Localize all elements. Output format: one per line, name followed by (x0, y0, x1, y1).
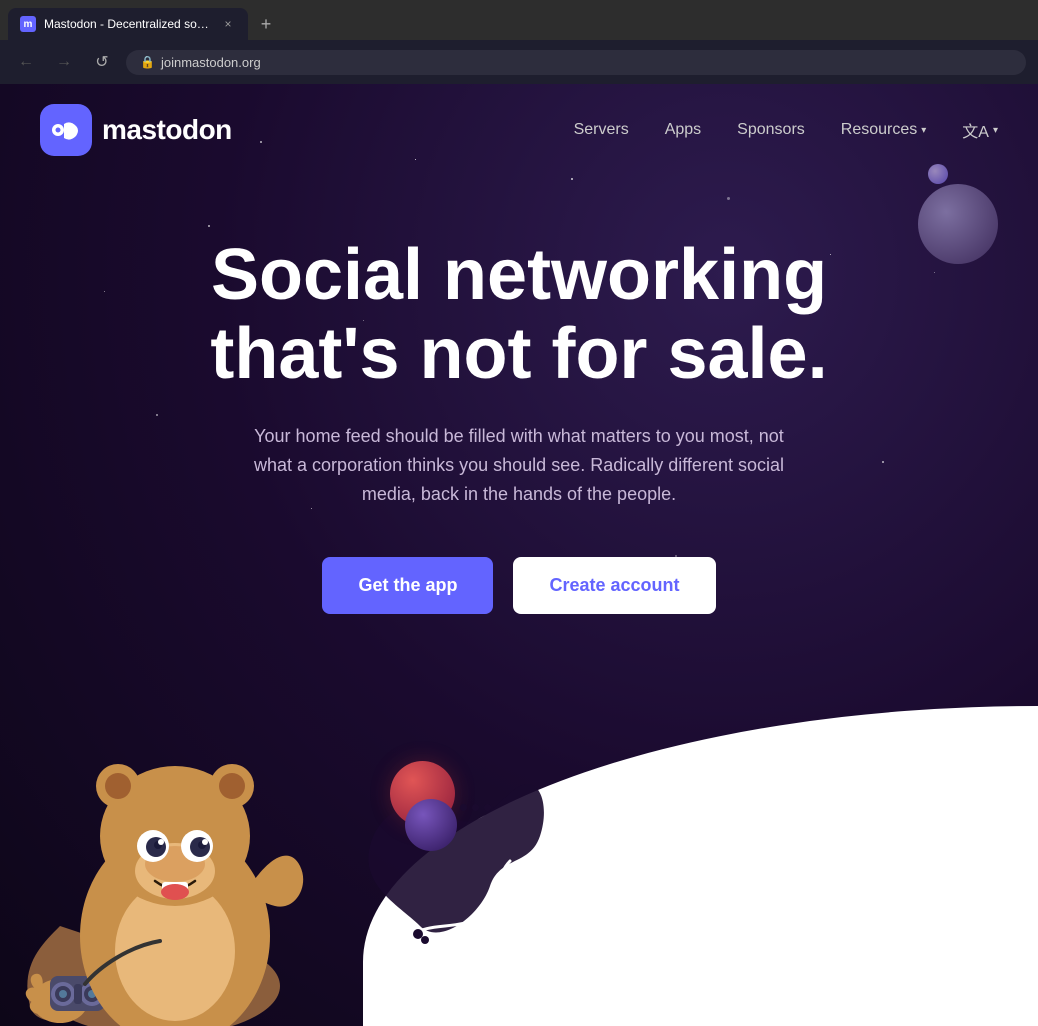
tab-favicon: m (20, 16, 36, 32)
site-logo[interactable]: mastodon (40, 104, 232, 156)
reload-button[interactable]: ↺ (88, 48, 116, 76)
tab-bar: m Mastodon - Decentralized social × + (0, 0, 1038, 40)
url-bar[interactable]: 🔒 joinmastodon.org (126, 50, 1026, 75)
create-account-button[interactable]: Create account (513, 557, 715, 614)
address-bar: ← → ↺ 🔒 joinmastodon.org (0, 40, 1038, 84)
url-text: joinmastodon.org (161, 55, 261, 70)
logo-text: mastodon (102, 114, 232, 146)
hero-subtitle: Your home feed should be filled with wha… (239, 422, 799, 508)
lock-icon: 🔒 (140, 55, 155, 69)
tab-close-button[interactable]: × (220, 16, 236, 32)
get-app-button[interactable]: Get the app (322, 557, 493, 614)
tab-title: Mastodon - Decentralized social (44, 17, 212, 31)
nav-apps[interactable]: Apps (665, 121, 701, 139)
dots-decoration (460, 804, 491, 811)
bottom-illustration (0, 686, 1038, 1026)
website-content: mastodon Servers Apps Sponsors Resources… (0, 84, 1038, 1026)
language-chevron-icon: ▾ (993, 125, 998, 136)
back-button[interactable]: ← (12, 48, 40, 76)
site-navigation: mastodon Servers Apps Sponsors Resources… (0, 84, 1038, 176)
nav-servers[interactable]: Servers (574, 121, 629, 139)
mascot-illustration (0, 646, 340, 1026)
hero-title: Social networking that's not for sale. (129, 236, 909, 394)
browser-window: m Mastodon - Decentralized social × + ← … (0, 0, 1038, 1026)
hero-section: Social networking that's not for sale. Y… (0, 176, 1038, 654)
new-tab-button[interactable]: + (252, 10, 280, 38)
logo-icon (40, 104, 92, 156)
nav-links: Servers Apps Sponsors Resources ▾ 文A ▾ (574, 118, 998, 142)
nav-sponsors[interactable]: Sponsors (737, 121, 805, 139)
nav-language[interactable]: 文A ▾ (962, 118, 998, 142)
nav-resources[interactable]: Resources ▾ (841, 121, 927, 139)
hero-buttons: Get the app Create account (40, 557, 998, 614)
active-tab[interactable]: m Mastodon - Decentralized social × (8, 8, 248, 40)
forward-button[interactable]: → (50, 48, 78, 76)
purple-orb (405, 799, 457, 851)
resources-chevron-icon: ▾ (921, 125, 926, 136)
